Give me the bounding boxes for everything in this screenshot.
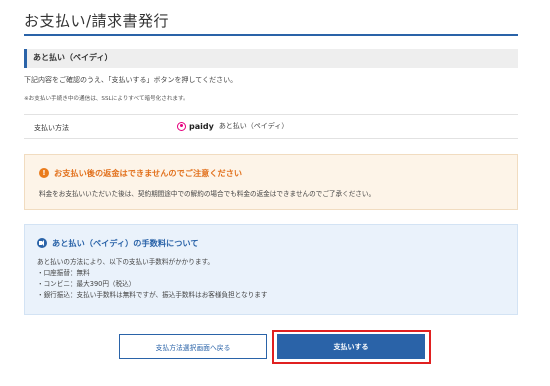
payment-method-label: 支払い方法 bbox=[34, 124, 69, 132]
page-title: お支払い/請求書発行 bbox=[24, 12, 170, 30]
exclamation-icon: ! bbox=[39, 168, 49, 178]
payment-method-name: あと払い（ペイディ） bbox=[218, 122, 289, 130]
fee-info-line: ・銀行振込：支払い手数料は無料ですが、振込手数料はお客様負担となります bbox=[37, 291, 268, 299]
payment-method-value: paidy あと払い（ペイディ） bbox=[177, 121, 288, 131]
intro-text: 下記内容をご確認のうえ、「支払いする」ボタンを押してください。 bbox=[24, 76, 238, 84]
warning-title: お支払い後の返金はできませんのでご注意ください bbox=[54, 168, 243, 178]
paidy-logo-icon bbox=[177, 121, 186, 131]
ssl-note: ※お支払い手続き中の通信は、SSLによりすべて暗号化されます。 bbox=[24, 96, 189, 102]
fee-info-line: ・コンビニ：最大390円（税込） bbox=[37, 280, 136, 288]
pay-button[interactable]: 支払いする bbox=[277, 334, 425, 359]
fee-info-title: あと払い（ペイディ）の手数料について bbox=[52, 238, 199, 248]
fee-info-line: あと払いの方法により、以下の支払い手数料がかかります。 bbox=[37, 258, 214, 266]
fee-info-box: あと払い（ペイディ）の手数料について あと払いの方法により、以下の支払い手数料が… bbox=[24, 224, 518, 315]
warning-body: 料金をお支払いいただいた後は、契約期間途中での解約の場合でも料金の返金はできませ… bbox=[39, 190, 376, 198]
warning-title-row: ! お支払い後の返金はできませんのでご注意ください bbox=[39, 167, 242, 179]
section-heading-text: あと払い（ペイディ） bbox=[33, 53, 113, 62]
fee-info-list: あと払いの方法により、以下の支払い手数料がかかります。 ・口座振替：無料 ・コン… bbox=[37, 257, 267, 301]
refund-warning-box: ! お支払い後の返金はできませんのでご注意ください 料金をお支払いいただいた後は… bbox=[24, 154, 518, 210]
fee-info-title-row: あと払い（ペイディ）の手数料について bbox=[37, 237, 199, 249]
title-divider bbox=[24, 34, 518, 36]
payment-method-row: 支払い方法 paidy あと払い（ペイディ） bbox=[24, 114, 518, 139]
paidy-logo-text: paidy bbox=[189, 121, 214, 131]
back-to-payment-select-button[interactable]: 支払方法選択画面へ戻る bbox=[119, 334, 267, 359]
megaphone-icon bbox=[37, 238, 47, 248]
fee-info-line: ・口座振替：無料 bbox=[37, 269, 90, 277]
section-heading: あと払い（ペイディ） bbox=[24, 49, 518, 68]
